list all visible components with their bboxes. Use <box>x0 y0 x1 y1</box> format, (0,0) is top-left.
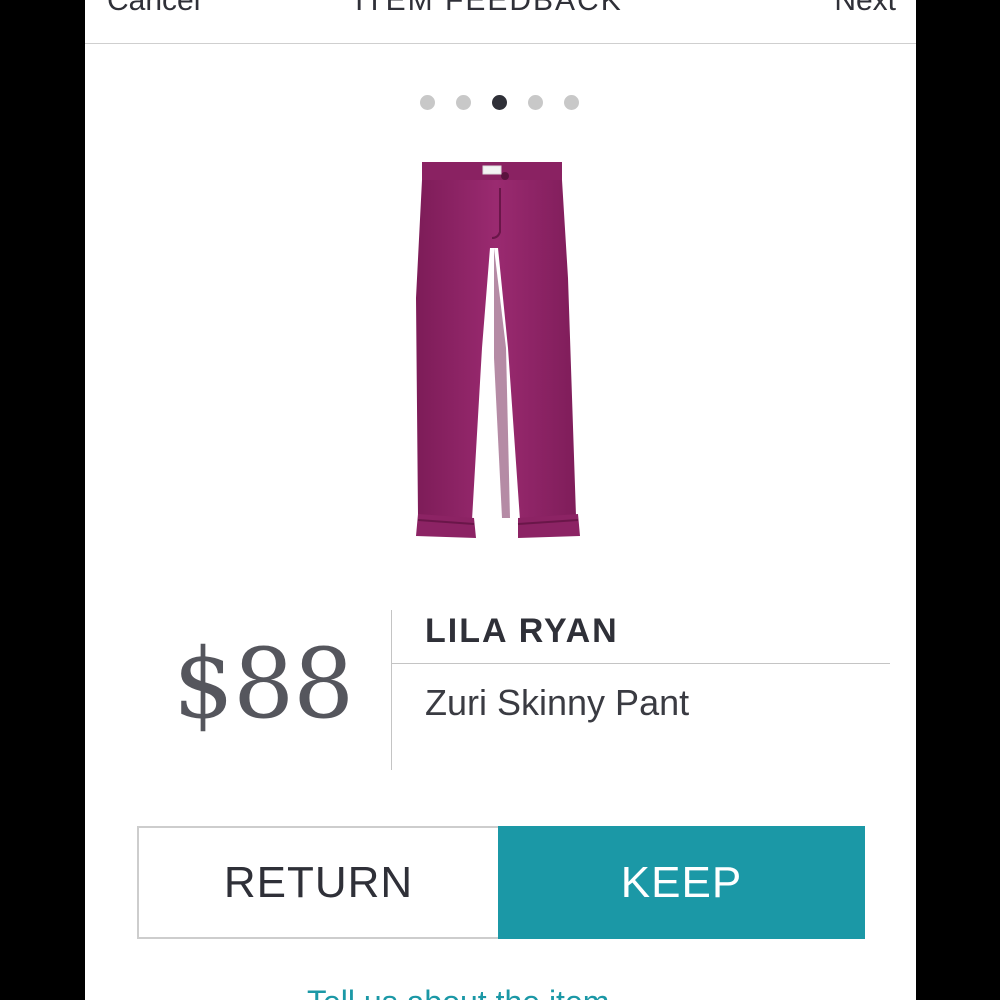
item-name: Zuri Skinny Pant <box>425 682 690 723</box>
action-buttons: RETURN KEEP <box>137 826 865 939</box>
cancel-link[interactable]: Cancel <box>107 0 200 18</box>
brand-name: LILA RYAN <box>425 612 619 650</box>
header-bar: Cancel ITEM FEEDBACK Next <box>85 0 916 44</box>
carousel-dot-1[interactable] <box>420 95 435 110</box>
next-link[interactable]: Next <box>834 0 896 18</box>
vertical-divider <box>391 610 392 770</box>
horizontal-divider <box>392 663 890 664</box>
carousel-dot-2[interactable] <box>456 95 471 110</box>
feedback-link[interactable]: Tell us about the item <box>307 984 609 1000</box>
carousel-dot-3-active[interactable] <box>492 95 507 110</box>
price: $88 <box>173 628 354 740</box>
page-title: ITEM FEEDBACK <box>355 0 623 17</box>
product-image[interactable] <box>410 158 580 548</box>
carousel-dot-4[interactable] <box>528 95 543 110</box>
return-button[interactable]: RETURN <box>137 826 498 939</box>
app-screen: Cancel ITEM FEEDBACK Next $88 LILA RYAN … <box>85 0 916 1000</box>
carousel-dot-5[interactable] <box>564 95 579 110</box>
keep-button[interactable]: KEEP <box>498 826 865 939</box>
purple-pants-icon <box>416 162 580 538</box>
carousel-dots <box>85 93 916 111</box>
